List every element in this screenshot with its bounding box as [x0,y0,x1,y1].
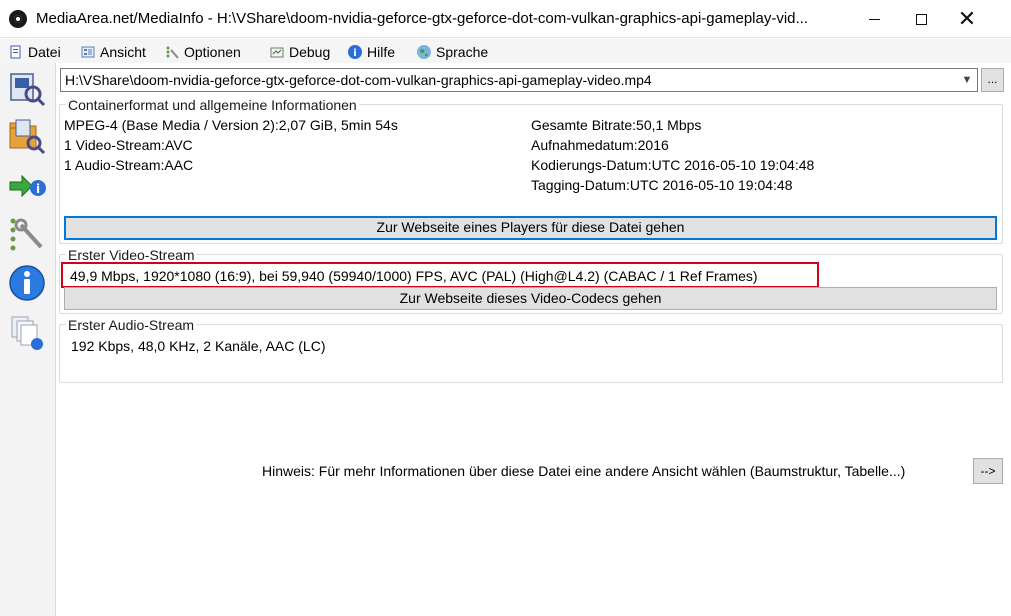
menu-optionen[interactable]: Optionen [164,42,241,62]
about-icon[interactable] [7,263,47,303]
file-path-select[interactable]: H:\VShare\doom-nvidia-geforce-gtx-geforc… [60,68,978,92]
close-icon: ✕ [957,6,977,31]
svg-text:i: i [353,48,356,59]
globe-icon [417,45,431,59]
mediainfo-app-icon [9,10,27,28]
chevron-down-icon[interactable]: ▼ [960,72,974,88]
svg-text:i: i [36,182,40,196]
audio-group-title: Erster Audio-Stream [66,317,197,333]
open-folder-icon[interactable] [7,116,47,156]
options-icon [166,46,179,59]
minimize-icon [868,18,880,20]
sidebar-toolbar: i [0,63,56,616]
view-hint-text: Hinweis: Für mehr Informationen über die… [262,463,906,479]
help-icon: i [348,45,362,59]
tagging-date-text: Tagging-Datum:UTC 2016-05-10 19:04:48 [531,177,793,193]
container-format-text: MPEG-4 (Base Media / Version 2):2,07 GiB… [64,117,398,133]
title-bar: MediaArea.net/MediaInfo - H:\VShare\doom… [0,0,1011,38]
menu-label: Sprache [436,44,489,60]
audio-stream-info: 192 Kbps, 48,0 KHz, 2 Kanäle, AAC (LC) [71,338,326,354]
open-file-icon[interactable] [7,68,47,108]
menu-bar: Datei Ansicht Optionen Debug i Hilfe Spr… [0,39,1011,63]
container-group-title: Containerformat und allgemeine Informati… [66,97,359,113]
menu-label: Datei [28,44,61,60]
video-group-title: Erster Video-Stream [66,247,197,263]
menu-ansicht[interactable]: Ansicht [80,42,146,62]
change-view-button[interactable]: --> [973,458,1003,484]
export-icon[interactable]: i [7,166,47,206]
menu-label: Optionen [184,44,241,60]
debug-icon [270,47,284,58]
video-stream-count-text: 1 Video-Stream:AVC [64,137,193,153]
maximize-icon [915,13,927,25]
encoding-date-text: Kodierungs-Datum:UTC 2016-05-10 19:04:48 [531,157,815,173]
maximize-button[interactable] [898,0,944,38]
close-button[interactable]: ✕ [944,0,990,38]
audio-stream-count-text: 1 Audio-Stream:AAC [64,157,194,173]
red-highlight-box [61,262,819,288]
menu-datei[interactable]: Datei [8,42,61,62]
total-bitrate-text: Gesamte Bitrate:50,1 Mbps [531,117,702,133]
menu-label: Debug [289,44,331,60]
window-title: MediaArea.net/MediaInfo - H:\VShare\doom… [36,10,809,27]
menu-hilfe[interactable]: i Hilfe [347,42,395,62]
knowledge-base-icon[interactable] [7,312,47,352]
minimize-button[interactable] [851,0,897,38]
file-icon [10,45,21,59]
menu-sprache[interactable]: Sprache [416,42,488,62]
recording-date-text: Aufnahmedatum:2016 [531,137,669,153]
player-website-button[interactable]: Zur Webseite eines Players für diese Dat… [64,216,997,240]
view-icon [81,46,95,58]
preferences-icon[interactable] [7,213,47,253]
browse-button[interactable]: ... [981,68,1004,92]
menu-debug[interactable]: Debug [269,42,330,62]
video-codec-website-button[interactable]: Zur Webseite dieses Video-Codecs gehen [64,287,997,310]
menu-label: Hilfe [367,44,396,60]
menu-label: Ansicht [100,44,146,60]
